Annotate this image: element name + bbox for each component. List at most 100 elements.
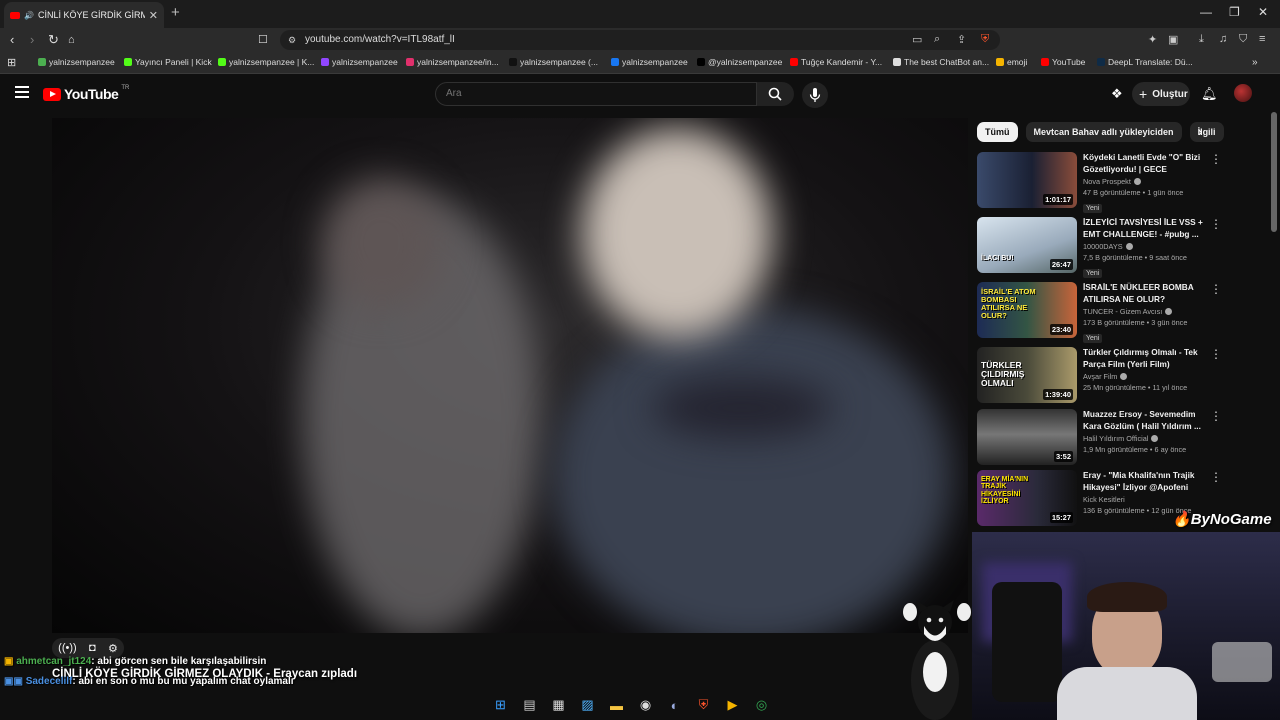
reload-icon[interactable]: ↻ (48, 32, 59, 48)
apps-grid-icon[interactable]: ⊞ (7, 56, 16, 69)
video-thumbnail[interactable]: ERAY MİA'NIN TRAJİK HİKAYESİNİ İZLİYOR 1… (977, 470, 1077, 526)
obs-icon[interactable]: ◉ (635, 695, 656, 716)
steam-icon[interactable]: ◐ (664, 695, 685, 716)
more-options-icon[interactable]: ⋮ (1210, 282, 1222, 296)
video-meta: 7,5 B görüntüleme • 9 saat önce (1083, 253, 1187, 262)
recommendation-item[interactable]: İLACI BU! 26:47 İZLEYİCİ TAVSİYESİ İLE V… (977, 217, 1247, 278)
bookmark-item[interactable]: yalnizsempanzee (... (509, 57, 598, 67)
bookmark-item[interactable]: The best ChatBot an... (893, 57, 989, 67)
bookmark-item[interactable]: yalnizsempanzee (38, 57, 115, 67)
brave-browser-icon[interactable]: ⛨ (693, 695, 714, 716)
recommendation-item[interactable]: 3:52 Muazzez Ersoy - Sevemedim Kara Gözl… (977, 409, 1247, 467)
more-options-icon[interactable]: ⋮ (1210, 347, 1222, 361)
extensions-icon[interactable]: ✦ (1148, 33, 1157, 46)
bookmark-item[interactable]: yalnizsempanzee | K... (218, 57, 314, 67)
share-icon[interactable]: ⇪ (957, 33, 966, 46)
close-tab-icon[interactable]: ✕ (149, 9, 158, 22)
channel-name[interactable]: TUNCER - Gizem Avcısı (1083, 307, 1162, 316)
vpn-icon[interactable]: ⛉ (1239, 33, 1247, 46)
chip-related[interactable]: İlgili (1189, 122, 1224, 142)
bookmark-item[interactable]: YouTube (1041, 57, 1085, 67)
channel-name[interactable]: 10000DAYS (1083, 242, 1123, 251)
extension-icon[interactable]: ❖ (1111, 86, 1123, 102)
speaker-icon[interactable]: 🔊 (24, 11, 34, 20)
task-view-icon[interactable]: ▤ (519, 695, 540, 716)
chip-all[interactable]: Tümü (977, 122, 1018, 142)
sidebar-icon[interactable]: ▣ (1168, 33, 1178, 46)
bookmark-item[interactable]: @yalnizsempanzee (697, 57, 782, 67)
recommendation-item[interactable]: TÜRKLER ÇILDIRMIŞ OLMALI 1:39:40 Türkler… (977, 347, 1247, 405)
more-bookmarks-icon[interactable]: » (1252, 57, 1258, 68)
video-thumbnail[interactable]: 3:52 (977, 409, 1077, 465)
media-player-icon[interactable]: ▶ (722, 695, 743, 716)
video-thumbnail[interactable]: İSRAİL'E ATOM BOMBASI ATILIRSA NE OLUR? … (977, 282, 1077, 338)
sidebar-scrollbar[interactable] (1271, 112, 1277, 232)
video-thumbnail[interactable]: 1:01:17 (977, 152, 1077, 208)
download-icon[interactable]: ⤓ (1199, 33, 1204, 46)
create-button[interactable]: + Oluştur (1132, 82, 1190, 106)
duration-badge: 1:01:17 (1043, 194, 1073, 205)
video-thumbnail[interactable]: İLACI BU! 26:47 (977, 217, 1077, 273)
video-title[interactable]: Türkler Çıldırmış Olmalı - Tek Parça Fil… (1083, 347, 1208, 370)
windows-start-icon[interactable]: ⊞ (490, 695, 511, 716)
more-options-icon[interactable]: ⋮ (1210, 217, 1222, 231)
bookmark-item[interactable]: Tuğçe Kandemir - Y... (790, 57, 882, 67)
chevron-right-icon[interactable]: › (1198, 124, 1202, 139)
settings-gear-icon[interactable]: ⚙ (108, 642, 118, 655)
site-info-icon[interactable]: ⚙ (288, 35, 296, 46)
minimize-icon[interactable]: — (1200, 5, 1212, 19)
bookmark-item[interactable]: DeepL Translate: Dü... (1097, 57, 1193, 67)
bookmark-item[interactable]: Yayıncı Paneli | Kick (124, 57, 212, 67)
close-window-icon[interactable]: ✕ (1258, 5, 1268, 19)
video-title[interactable]: İZLEYİCİ TAVSİYESİ İLE VSS + EMT CHALLEN… (1083, 217, 1208, 240)
youtube-logo[interactable]: YouTube TR (43, 85, 129, 102)
bookmark-item[interactable]: yalnizsempanzee/in... (406, 57, 499, 67)
badge-icon: ▣▣ (4, 676, 23, 687)
video-title[interactable]: Eray - "Mia Khalifa'nın Trajik Hikayesi"… (1083, 470, 1208, 493)
recommendation-item[interactable]: İSRAİL'E ATOM BOMBASI ATILIRSA NE OLUR? … (977, 282, 1247, 343)
notifications-bell-icon[interactable]: 🔔︎ (1201, 86, 1218, 102)
search-button[interactable] (757, 82, 794, 106)
chip-from-uploader[interactable]: Mevtcan Bahav adlı yükleyiciden (1025, 122, 1182, 142)
chrome-icon[interactable]: ◎ (751, 695, 772, 716)
browser-tab[interactable]: 🔊 CİNLİ KÖYE GİRDİK GİRMEZ O ✕ (4, 2, 164, 28)
bookmark-icon[interactable]: ☐ (258, 33, 268, 46)
search-input[interactable] (446, 88, 746, 99)
channel-name[interactable]: Halil Yıldırım Official (1083, 434, 1148, 443)
file-explorer-icon[interactable]: ▬ (606, 695, 627, 716)
live-broadcast-icon[interactable]: ((•)) (58, 642, 77, 654)
forward-icon[interactable]: › (30, 32, 34, 47)
cast-icon[interactable]: ▭ (912, 33, 922, 46)
menu-icon[interactable]: ≡ (1259, 33, 1265, 45)
video-title[interactable]: İSRAİL'E NÜKLEER BOMBA ATILIRSA NE OLUR?… (1083, 282, 1208, 305)
app-icon[interactable]: ▦ (548, 695, 569, 716)
bookmark-item[interactable]: emoji (996, 57, 1027, 67)
home-icon[interactable]: ⌂ (68, 34, 75, 46)
channel-name[interactable]: Avşar Film (1083, 372, 1117, 381)
music-icon[interactable]: ♫ (1219, 33, 1227, 45)
channel-name[interactable]: Kick Kesitleri (1083, 495, 1125, 504)
video-title[interactable]: Köydeki Lanetli Evde "O" Bizi Gözetliyor… (1083, 152, 1208, 175)
video-player[interactable] (52, 118, 968, 633)
bookmark-item[interactable]: yalnizsempanzee (611, 57, 688, 67)
avatar[interactable] (1234, 84, 1252, 102)
back-icon[interactable]: ‹ (10, 32, 14, 47)
bookmark-item[interactable]: yalnizsempanzee (321, 57, 398, 67)
video-thumbnail[interactable]: TÜRKLER ÇILDIRMIŞ OLMALI 1:39:40 (977, 347, 1077, 403)
video-title[interactable]: Muazzez Ersoy - Sevemedim Kara Gözlüm ( … (1083, 409, 1208, 432)
duration-badge: 1:39:40 (1043, 389, 1073, 400)
photos-icon[interactable]: ▨ (577, 695, 598, 716)
voice-search-button[interactable] (802, 82, 828, 108)
recommendation-item[interactable]: 1:01:17 Köydeki Lanetli Evde "O" Bizi Gö… (977, 152, 1247, 213)
more-options-icon[interactable]: ⋮ (1210, 409, 1222, 423)
channel-name[interactable]: Nova Prospekt (1083, 177, 1131, 186)
more-options-icon[interactable]: ⋮ (1210, 152, 1222, 166)
restore-icon[interactable]: ❐ (1229, 5, 1240, 19)
brave-shield-icon[interactable]: ⛨ (981, 33, 989, 46)
zoom-icon[interactable]: ⌕ (934, 33, 940, 46)
new-tab-icon[interactable]: + (171, 4, 180, 21)
screenshot-icon[interactable]: ◘ (89, 642, 96, 654)
more-options-icon[interactable]: ⋮ (1210, 470, 1222, 484)
hamburger-menu-icon[interactable] (15, 86, 29, 98)
address-bar-row: ‹ › ↻ ⌂ ☐ ⚙ youtube.com/watch?v=ITL98atf… (0, 28, 1280, 52)
